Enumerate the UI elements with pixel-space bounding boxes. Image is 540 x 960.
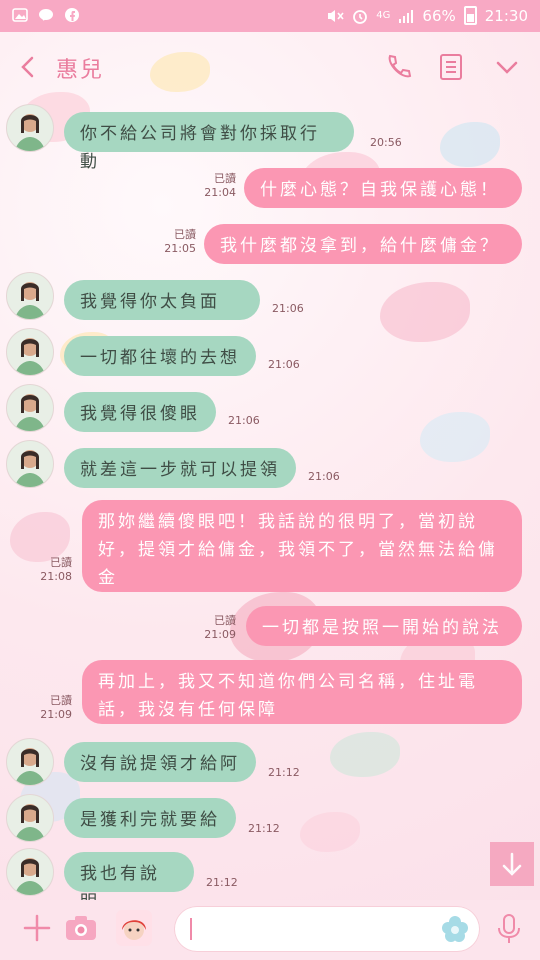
message-meta: 已讀 21:04 xyxy=(204,172,236,199)
contact-avatar[interactable] xyxy=(6,794,54,842)
signal-icon xyxy=(399,9,414,23)
contact-avatar[interactable] xyxy=(6,440,54,488)
status-bar: 4G 66% 21:30 xyxy=(0,0,540,32)
outgoing-message[interactable]: 那妳繼續傻眼吧！我話說的很明了，當初說好，提領才給傭金，我領不了，當然無法給傭金 xyxy=(82,500,522,592)
message-input[interactable] xyxy=(174,906,480,952)
contact-avatar[interactable] xyxy=(6,104,54,152)
alarm-icon xyxy=(353,9,368,24)
incoming-message[interactable]: 是獲利完就要給 xyxy=(64,798,236,838)
message-input-bar xyxy=(0,900,540,960)
chat-header: 惠兒 xyxy=(0,32,540,102)
incoming-message[interactable]: 你不給公司將會對你採取行動 xyxy=(64,112,354,172)
outgoing-message[interactable]: 再加上，我又不知道你們公司名稱，住址電話，我沒有任何保障 xyxy=(82,660,522,724)
gallery-notification-icon xyxy=(12,8,28,22)
sticker-button[interactable] xyxy=(116,910,152,946)
contact-avatar[interactable] xyxy=(6,384,54,432)
notes-icon[interactable] xyxy=(436,52,466,82)
message-time: 21:06 xyxy=(308,470,340,483)
battery-percent: 66% xyxy=(422,6,456,25)
scroll-to-bottom-button[interactable] xyxy=(490,842,534,886)
arrow-down-icon xyxy=(502,852,522,876)
phone-call-icon[interactable] xyxy=(382,52,412,82)
outgoing-message[interactable]: 我什麼都沒拿到，給什麼傭金？ xyxy=(204,224,522,264)
contact-avatar[interactable] xyxy=(6,738,54,786)
text-caret xyxy=(190,918,192,940)
chevron-down-icon[interactable] xyxy=(492,52,522,82)
emoji-icon[interactable] xyxy=(440,914,470,944)
sticker-icon xyxy=(122,920,146,940)
message-meta: 已讀 21:05 xyxy=(164,228,196,255)
contact-avatar[interactable] xyxy=(6,328,54,376)
outgoing-message[interactable]: 一切都是按照一開始的說法 xyxy=(246,606,522,646)
message-time: 21:06 xyxy=(228,414,260,427)
incoming-message[interactable]: 一切都往壞的去想 xyxy=(64,336,256,376)
incoming-message[interactable]: 我也有說明 xyxy=(64,852,194,912)
contact-avatar[interactable] xyxy=(6,272,54,320)
incoming-message[interactable]: 我覺得很傻眼 xyxy=(64,392,216,432)
message-time: 21:06 xyxy=(268,358,300,371)
mute-icon xyxy=(328,9,344,22)
message-meta: 已讀 21:09 xyxy=(204,614,236,641)
line-notification-icon xyxy=(39,9,53,21)
back-icon[interactable] xyxy=(14,52,44,82)
battery-icon xyxy=(463,6,477,25)
message-time: 20:56 xyxy=(370,136,402,149)
incoming-message[interactable]: 沒有說提領才給阿 xyxy=(64,742,256,782)
message-meta: 已讀 21:08 xyxy=(40,556,72,583)
clock: 21:30 xyxy=(484,6,528,25)
message-time: 21:12 xyxy=(268,766,300,779)
plus-icon[interactable] xyxy=(22,913,52,943)
microphone-icon[interactable] xyxy=(496,913,522,945)
chat-title: 惠兒 xyxy=(56,58,105,83)
camera-icon[interactable] xyxy=(64,913,98,943)
incoming-message[interactable]: 我覺得你太負面 xyxy=(64,280,260,320)
incoming-message[interactable]: 就差這一步就可以提領 xyxy=(64,448,296,488)
message-meta: 已讀 21:09 xyxy=(40,694,72,721)
contact-avatar[interactable] xyxy=(6,848,54,896)
message-time: 21:06 xyxy=(272,302,304,315)
facebook-notification-icon xyxy=(65,8,79,22)
network-type: 4G xyxy=(376,10,391,21)
outgoing-message[interactable]: 什麼心態？自我保護心態！ xyxy=(244,168,522,208)
message-time: 21:12 xyxy=(248,822,280,835)
message-time: 21:12 xyxy=(206,876,238,889)
